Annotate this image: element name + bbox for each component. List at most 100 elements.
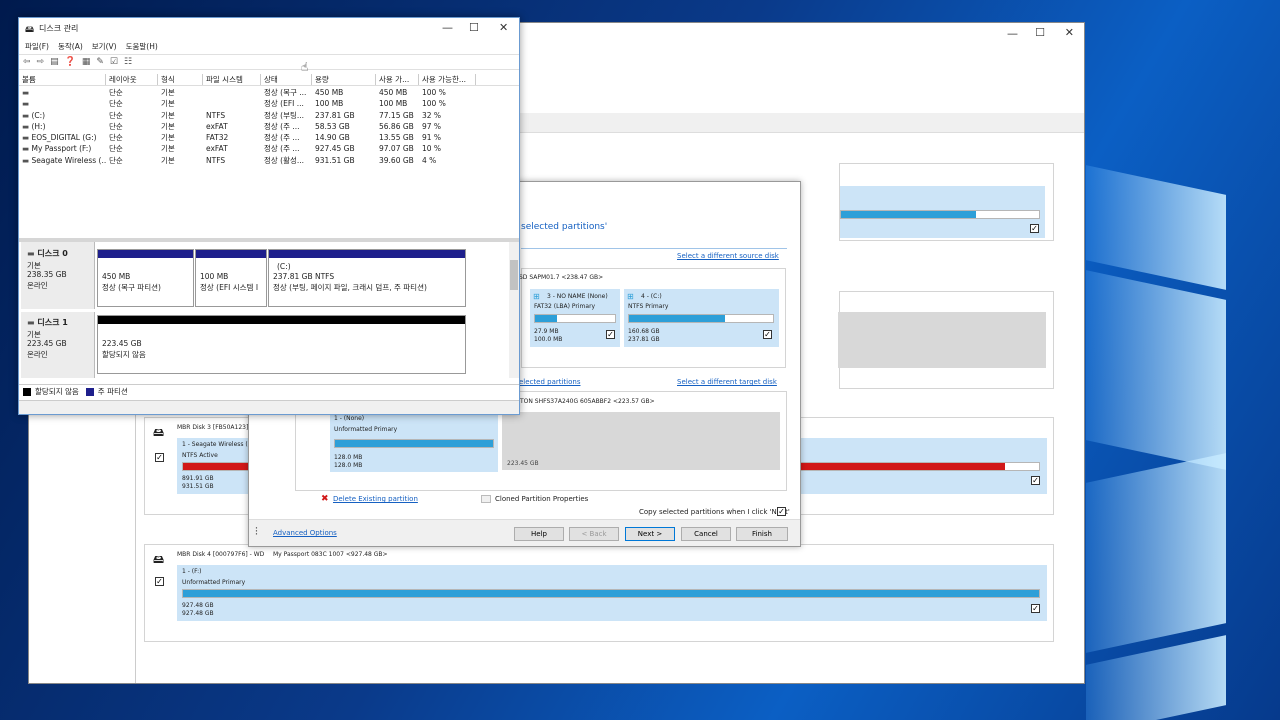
total-size: 927.48 GB — [182, 610, 214, 617]
volume-c[interactable]: (C:) 237.81 GB NTFS 정상 (부팅, 페이지 파일, 크래시 … — [268, 249, 466, 307]
maximize-icon[interactable]: ☐ — [469, 21, 479, 34]
table-row[interactable]: ▬ (H:) 단순 기본 exFAT 정상 (주 ... 58.53 GB 56.86 GB… — [19, 121, 519, 132]
drive-icon: ▬ — [22, 110, 30, 120]
finish-button[interactable]: Finish — [736, 527, 788, 541]
unallocated-block — [838, 312, 1046, 368]
total-size: 100.0 MB — [534, 336, 563, 343]
disk-name: 디스크 1 — [37, 318, 68, 327]
table-row[interactable]: ▬ (C:) 단순 기본 NTFS 정상 (부팅... 237.81 GB 77.15 GB… — [19, 110, 519, 121]
source-disk-label: SD SAPM01.7 <238.47 GB> — [519, 274, 604, 281]
disk1-label[interactable]: ▬ 디스크 1 기본 223.45 GB 온라인 — [21, 312, 95, 378]
close-icon[interactable]: ✕ — [1065, 26, 1074, 39]
menu-file[interactable]: 파일(F) — [25, 41, 49, 52]
col-filesystem[interactable]: 파일 시스템 — [203, 74, 261, 85]
cell: 단순 — [109, 121, 123, 131]
volume-status: 정상 (EFI 시스템 I — [200, 283, 259, 292]
disk-checkbox[interactable]: ✓ — [155, 453, 164, 462]
advanced-options-link[interactable]: Advanced Options — [273, 529, 337, 537]
table-row[interactable]: ▬ 단순 기본 정상 (복구 ... 450 MB 450 MB 100 % — [19, 87, 519, 98]
drive-icon: ▬ — [22, 99, 30, 109]
pencil-icon[interactable]: ✎ — [96, 57, 104, 67]
cell: 기본 — [161, 121, 175, 131]
properties-icon[interactable]: ▦ — [82, 57, 91, 67]
table-row[interactable]: ▬ My Passport (F:) 단순 기본 exFAT 정상 (주 ... 927.… — [19, 143, 519, 154]
menu-help[interactable]: 도움말(H) — [126, 41, 158, 52]
col-layout[interactable]: 레이아웃 — [106, 74, 158, 85]
volume-efi[interactable]: 100 MB 정상 (EFI 시스템 I — [195, 249, 267, 307]
disk0-label[interactable]: ▬ 디스크 0 기본 238.35 GB 온라인 — [21, 242, 95, 309]
cell: 단순 — [109, 88, 123, 97]
used-size: 27.9 MB — [534, 328, 559, 335]
cell: 정상 (부팅... — [264, 110, 305, 120]
col-status[interactable]: 상태 — [261, 74, 312, 85]
col-percent-free[interactable]: 사용 가능한... — [419, 74, 476, 85]
windows-logo-pane — [1086, 453, 1226, 653]
source-partition-4[interactable]: ⊞ 4 - (C:) NTFS Primary 160.68 GB 237.81… — [624, 289, 779, 347]
cell: 14.90 GB — [315, 133, 350, 143]
used-size: 160.68 GB — [628, 328, 660, 335]
used-size: 128.0 MB — [334, 454, 363, 461]
total-size: 128.0 MB — [334, 462, 363, 469]
cell — [203, 98, 261, 109]
table-row[interactable]: ▬ EOS_DIGITAL (G:) 단순 기본 FAT32 정상 (주 ... 14.9… — [19, 132, 519, 143]
vertical-scrollbar[interactable] — [509, 242, 519, 378]
selected-partitions-link[interactable]: elected partitions — [519, 378, 580, 386]
partition-checkbox[interactable]: ✓ — [1030, 224, 1039, 233]
disk-checkbox[interactable]: ✓ — [155, 577, 164, 586]
close-icon[interactable]: ✕ — [499, 21, 508, 34]
target-partition[interactable]: 1 - (None) Unformatted Primary 128.0 MB … — [330, 412, 498, 472]
volume-label: (C:) — [277, 262, 291, 271]
copy-label: Copy selected partitions when I click 'N… — [639, 508, 790, 516]
cell: exFAT — [206, 144, 228, 154]
volume-unallocated[interactable]: 223.45 GB 할당되지 않음 — [97, 315, 466, 374]
table-row[interactable]: ▬ 단순 기본 정상 (EFI ... 100 MB 100 MB 100 % — [19, 98, 519, 109]
minimize-icon[interactable]: — — [442, 21, 453, 34]
select-target-link[interactable]: Select a different target disk — [677, 378, 777, 386]
partition-checkbox[interactable]: ✓ — [1031, 604, 1040, 613]
col-capacity[interactable]: 용량 — [312, 74, 376, 85]
table-row[interactable]: ▬ Seagate Wireless (... 단순 기본 NTFS 정상 (활성...… — [19, 155, 519, 166]
disk-size: 238.35 GB — [27, 270, 67, 279]
check-icon[interactable]: ☑ — [110, 57, 118, 67]
disk-status: 온라인 — [27, 350, 48, 359]
maximize-icon[interactable]: ☐ — [1035, 26, 1045, 39]
drive-icon: ▬ — [22, 88, 30, 97]
windows-logo-pane — [1086, 270, 1226, 470]
menu-view[interactable]: 보기(V) — [92, 41, 117, 52]
list-icon[interactable]: ☷ — [124, 57, 132, 67]
help-icon[interactable]: ❓ — [65, 57, 76, 67]
col-free[interactable]: 사용 가... — [376, 74, 419, 85]
cell: NTFS — [206, 110, 226, 120]
col-volume[interactable]: 볼륨 — [19, 74, 106, 85]
partition-checkbox[interactable]: ✓ — [1031, 476, 1040, 485]
cancel-button[interactable]: Cancel — [681, 527, 731, 541]
forward-arrow-icon[interactable]: ⇨ — [37, 57, 45, 67]
col-type[interactable]: 형식 — [158, 74, 203, 85]
scrollbar-thumb[interactable] — [510, 260, 518, 290]
source-partition-3[interactable]: ⊞ 3 - NO NAME (None) FAT32 (LBA) Primary… — [530, 289, 620, 347]
cloned-properties-link[interactable]: Cloned Partition Properties — [495, 495, 588, 503]
partition-checkbox[interactable]: ✓ — [763, 330, 772, 339]
cell: exFAT — [206, 121, 228, 131]
cell: 39.60 GB — [379, 155, 414, 165]
back-arrow-icon[interactable]: ⇦ — [23, 57, 31, 67]
select-source-link[interactable]: Select a different source disk — [677, 252, 779, 260]
partition-checkbox[interactable]: ✓ — [606, 330, 615, 339]
cell: 13.55 GB — [379, 133, 414, 143]
volume-recovery[interactable]: 450 MB 정상 (복구 파티션) — [97, 249, 194, 307]
total-size: 237.81 GB — [628, 336, 660, 343]
properties-icon — [481, 495, 491, 503]
partition-block[interactable]: ✓ — [840, 186, 1045, 238]
cell: 단순 — [109, 133, 123, 143]
delete-partition-link[interactable]: Delete Existing partition — [333, 495, 418, 503]
menu-action[interactable]: 동작(A) — [58, 41, 83, 52]
partition-block[interactable]: 1 - (F:) Unformatted Primary 927.48 GB 9… — [177, 565, 1047, 621]
cell: 237.81 GB — [315, 110, 355, 120]
help-button[interactable]: Help — [514, 527, 564, 541]
panel-icon[interactable]: ▤ — [50, 57, 59, 67]
back-button[interactable]: < Back — [569, 527, 619, 541]
cell: EOS_DIGITAL (G:) — [31, 133, 97, 143]
copy-checkbox[interactable]: ✓ — [777, 507, 786, 516]
minimize-icon[interactable]: — — [1007, 27, 1018, 40]
next-button[interactable]: Next > — [625, 527, 675, 541]
